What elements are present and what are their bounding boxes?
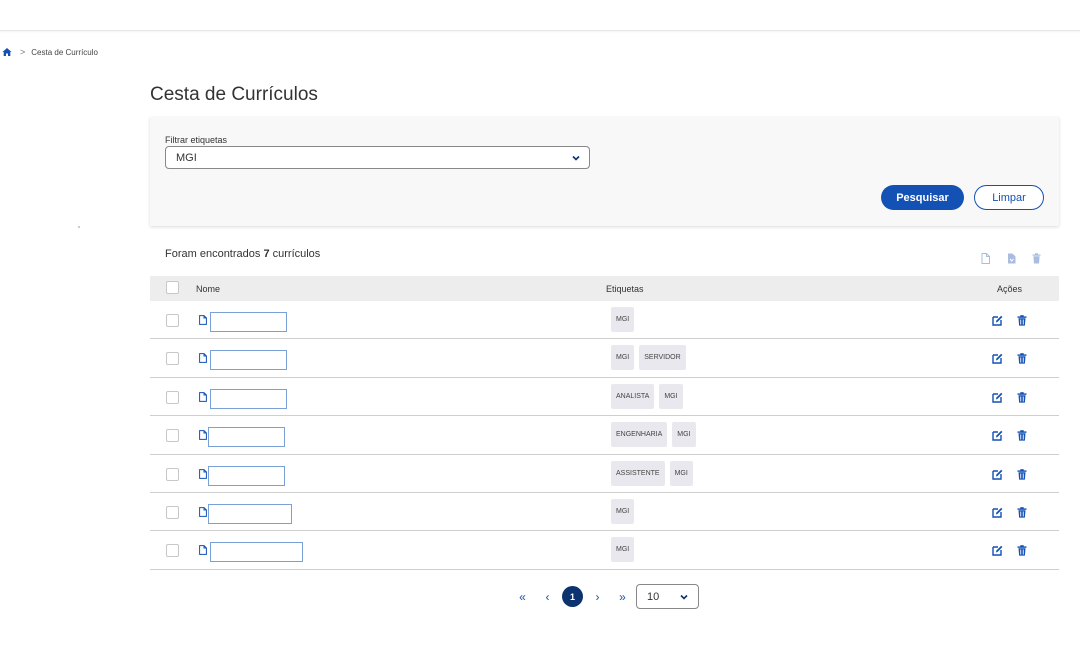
trash-icon[interactable] bbox=[1017, 430, 1027, 441]
filter-label: Filtrar etiquetas bbox=[165, 135, 228, 145]
edit-icon[interactable] bbox=[992, 430, 1003, 441]
trash-icon[interactable] bbox=[1017, 315, 1027, 326]
tag-list: MGI bbox=[611, 307, 635, 332]
edit-icon[interactable] bbox=[992, 469, 1003, 480]
edit-icon[interactable] bbox=[992, 315, 1003, 326]
tag-list: ENGENHARIA MGI bbox=[611, 422, 696, 448]
tag-badge: MGI bbox=[669, 460, 693, 486]
tag-badge: MGI bbox=[672, 422, 696, 448]
table-body: MGI MGI SERVIDOR ANALISTA MGI ENGENHARIA MGI AS… bbox=[150, 301, 1059, 570]
row-checkbox[interactable] bbox=[166, 314, 179, 327]
tag-list: ANALISTA MGI bbox=[611, 383, 683, 409]
breadcrumb: > Cesta de Currículo bbox=[2, 47, 98, 57]
document-icon[interactable] bbox=[199, 545, 207, 556]
row-checkbox[interactable] bbox=[166, 544, 179, 558]
name-field[interactable] bbox=[210, 350, 287, 371]
first-page-button[interactable]: « bbox=[510, 584, 535, 609]
search-button[interactable]: Pesquisar bbox=[881, 185, 964, 210]
tag-badge: ASSISTENTE bbox=[611, 460, 665, 486]
header-tags: Etiquetas bbox=[606, 284, 644, 294]
select-all-checkbox[interactable] bbox=[166, 281, 179, 294]
results-count-text: Foram encontrados 7 currículos bbox=[165, 248, 321, 260]
trash-icon[interactable] bbox=[1017, 391, 1027, 403]
document-icon[interactable] bbox=[199, 468, 207, 479]
name-field[interactable] bbox=[208, 503, 292, 524]
row-checkbox[interactable] bbox=[166, 429, 179, 443]
tag-badge: MGI bbox=[611, 498, 635, 524]
tag-list: ASSISTENTE MGI bbox=[611, 460, 693, 486]
filter-panel: Filtrar etiquetas MGI Pesquisar Limpar bbox=[150, 117, 1059, 226]
export-file-icon[interactable] bbox=[981, 253, 990, 264]
header-name: Nome bbox=[196, 284, 221, 294]
trash-icon[interactable] bbox=[1017, 545, 1027, 556]
chevron-down-icon bbox=[572, 155, 580, 161]
row-checkbox[interactable] bbox=[166, 390, 179, 404]
tag-badge: ENGENHARIA bbox=[611, 422, 668, 448]
next-page-button[interactable]: › bbox=[585, 584, 610, 609]
name-field[interactable] bbox=[210, 388, 287, 409]
last-page-button[interactable]: » bbox=[610, 584, 635, 609]
row-checkbox[interactable] bbox=[166, 467, 179, 481]
table-row: MGI bbox=[150, 301, 1059, 340]
name-field[interactable] bbox=[210, 312, 287, 332]
row-checkbox[interactable] bbox=[166, 352, 179, 366]
decorative-dot bbox=[78, 226, 80, 228]
tag-filter-select[interactable]: MGI bbox=[165, 146, 590, 169]
breadcrumb-current: Cesta de Currículo bbox=[31, 47, 98, 57]
tag-filter-value: MGI bbox=[176, 151, 197, 164]
download-file-icon[interactable] bbox=[1007, 253, 1016, 264]
prev-page-button[interactable]: ‹ bbox=[535, 584, 560, 609]
tag-badge: MGI bbox=[611, 307, 635, 332]
tag-badge: ANALISTA bbox=[611, 383, 655, 409]
tag-badge: MGI bbox=[611, 345, 635, 371]
page-size-select[interactable]: 10 bbox=[636, 584, 699, 609]
home-icon[interactable] bbox=[2, 47, 12, 57]
tag-badge: SERVIDOR bbox=[639, 345, 686, 371]
edit-icon[interactable] bbox=[992, 545, 1003, 557]
page-title: Cesta de Currículos bbox=[150, 84, 318, 105]
clear-button[interactable]: Limpar bbox=[974, 185, 1044, 210]
tag-list: MGI SERVIDOR bbox=[611, 345, 686, 371]
row-checkbox[interactable] bbox=[166, 505, 179, 519]
current-page-button[interactable]: 1 bbox=[562, 586, 583, 607]
breadcrumb-separator: > bbox=[20, 47, 26, 57]
trash-icon[interactable] bbox=[1032, 253, 1041, 264]
document-icon[interactable] bbox=[199, 430, 207, 441]
name-field[interactable] bbox=[208, 465, 285, 486]
document-icon[interactable] bbox=[199, 507, 207, 517]
document-icon[interactable] bbox=[199, 315, 207, 325]
tag-list: MGI bbox=[611, 498, 635, 524]
table-row: MGI bbox=[150, 531, 1059, 570]
page-size-value: 10 bbox=[647, 590, 660, 603]
name-field[interactable] bbox=[210, 542, 303, 563]
edit-icon[interactable] bbox=[992, 507, 1003, 518]
pagination: « ‹ 1 › » bbox=[510, 584, 635, 609]
header-actions: Ações bbox=[997, 284, 1023, 294]
table-row: ENGENHARIA MGI bbox=[150, 416, 1059, 455]
table-header: Nome Etiquetas Ações bbox=[150, 276, 1059, 301]
curriculum-table: Nome Etiquetas Ações MGI MGI SERVIDOR ANALI… bbox=[150, 276, 1059, 570]
chevron-down-icon bbox=[680, 594, 688, 600]
name-field[interactable] bbox=[208, 427, 285, 448]
trash-icon[interactable] bbox=[1017, 353, 1027, 364]
table-row: MGI SERVIDOR bbox=[150, 339, 1059, 378]
table-row: MGI bbox=[150, 493, 1059, 532]
tag-list: MGI bbox=[611, 537, 635, 563]
table-row: ANALISTA MGI bbox=[150, 378, 1059, 417]
trash-icon[interactable] bbox=[1017, 468, 1027, 480]
trash-icon[interactable] bbox=[1017, 507, 1027, 518]
top-header bbox=[0, 0, 1080, 31]
table-row: ASSISTENTE MGI bbox=[150, 455, 1059, 493]
document-icon[interactable] bbox=[199, 353, 207, 364]
document-icon[interactable] bbox=[199, 391, 207, 402]
edit-icon[interactable] bbox=[992, 353, 1003, 365]
tag-badge: MGI bbox=[659, 383, 683, 409]
tag-badge: MGI bbox=[611, 537, 635, 563]
edit-icon[interactable] bbox=[992, 392, 1003, 403]
